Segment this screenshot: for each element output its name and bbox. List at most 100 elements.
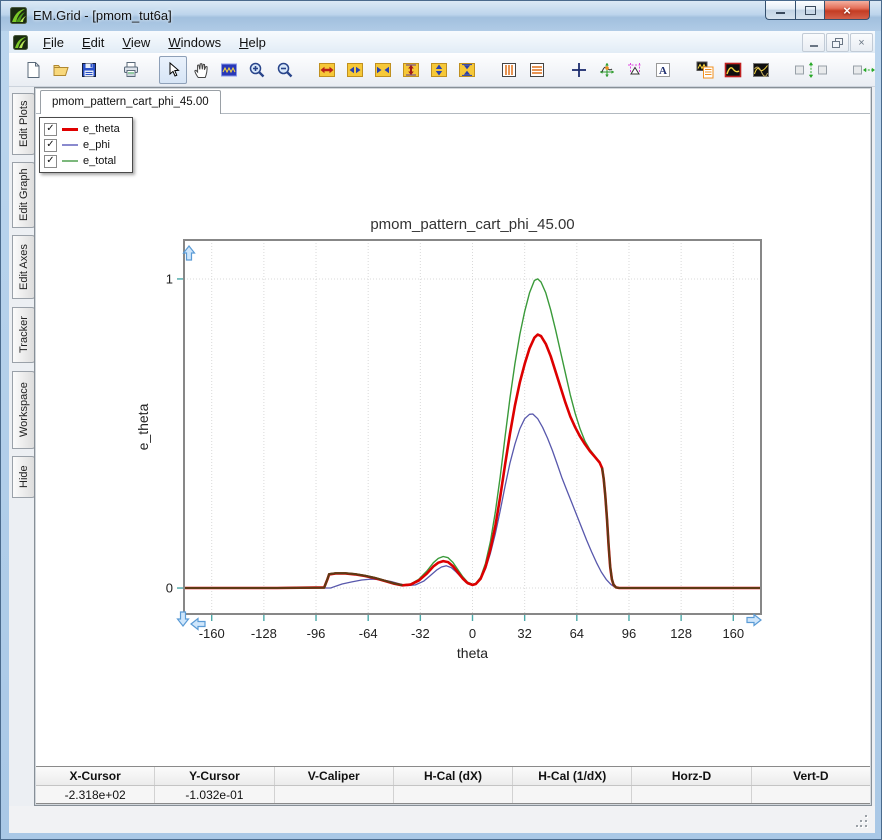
crosshair-icon [572, 62, 586, 77]
resize-grip[interactable] [856, 815, 869, 828]
mdi-close-button[interactable]: × [850, 33, 873, 52]
expand-horizontal-button[interactable] [313, 56, 341, 84]
menu-file[interactable]: File [34, 33, 73, 52]
expand-vertical-icon [403, 62, 419, 77]
pan-handle-right-icon[interactable] [746, 613, 762, 627]
tracker-status-bar: X-Cursor Y-Cursor V-Caliper H-Cal (dX) H… [36, 766, 870, 804]
restore-icon [832, 37, 843, 48]
sidebar-tab-tracker[interactable]: Tracker [12, 307, 36, 363]
x-tick-label: -128 [251, 626, 277, 641]
menu-windows[interactable]: Windows [159, 33, 230, 52]
menu-edit[interactable]: Edit [73, 33, 113, 52]
x-tick-label: -64 [359, 626, 378, 641]
horizontal-gridlines-button[interactable] [523, 56, 551, 84]
status-value-h-cal-1dx [513, 786, 633, 803]
y-axis-label: e_theta [135, 403, 151, 450]
split-vertical-button[interactable] [789, 56, 833, 84]
print-button[interactable] [117, 56, 145, 84]
select-cursor-button[interactable] [159, 55, 187, 84]
zoom-window-button[interactable] [215, 56, 243, 84]
save-button[interactable] [75, 56, 103, 84]
pan-handle-up-icon[interactable] [182, 245, 196, 261]
zoom-in-button[interactable] [243, 56, 271, 84]
legend-label: e_total [83, 155, 117, 167]
mdi-child-window: pmom_pattern_cart_phi_45.00 -160 -128 -96-… [34, 87, 872, 806]
y-tick-label: 1 [166, 271, 173, 286]
pan-hand-button[interactable] [187, 56, 215, 84]
open-file-button[interactable] [47, 56, 75, 84]
title-bar[interactable]: EM.Grid - [pmom_tut6a] × [1, 1, 881, 31]
status-value-x-cursor: -2.318e+02 [36, 786, 156, 803]
legend-label: e_theta [83, 123, 120, 135]
mdi-restore-button[interactable] [826, 33, 849, 52]
zoom-out-icon [277, 62, 293, 77]
chart-legend[interactable]: ✓ e_theta ✓ e_phi ✓ e_total [39, 117, 133, 173]
status-value-v-caliper [275, 786, 394, 803]
x-tick-label: 96 [622, 626, 636, 641]
legend-swatch [62, 127, 78, 131]
svg-text:A: A [659, 65, 667, 77]
menu-view[interactable]: View [113, 33, 159, 52]
legend-label: e_phi [83, 139, 110, 151]
compress-vertical-icon [459, 62, 475, 77]
vertical-gridlines-button[interactable] [495, 56, 523, 84]
select-cursor-icon [169, 61, 180, 77]
minimize-button[interactable] [765, 1, 795, 20]
text-annotation-icon: A [656, 62, 670, 77]
app-window: EM.Grid - [pmom_tut6a] × File Edit View … [0, 0, 882, 840]
arrows-apart-horizontal-icon [347, 62, 363, 77]
sidebar-tab-edit-axes[interactable]: Edit Axes [12, 235, 36, 299]
x-axis-label: theta [457, 645, 488, 661]
sidebar-tab-edit-graph[interactable]: Edit Graph [12, 162, 36, 228]
split-horizontal-button[interactable] [847, 56, 875, 84]
arrows-apart-horizontal-button[interactable] [341, 56, 369, 84]
close-button[interactable]: × [824, 1, 870, 20]
plot-overlay-button[interactable] [747, 56, 775, 84]
legend-checkbox-e-phi[interactable]: ✓ [44, 138, 57, 152]
status-header-horz-d: Horz-D [632, 767, 752, 785]
app-logo-icon [10, 7, 27, 24]
status-value-h-cal-dx [394, 786, 514, 803]
horizontal-gridlines-icon [530, 62, 544, 77]
x-tick-label: 160 [722, 626, 744, 641]
caliper-button[interactable] [621, 56, 649, 84]
plot-frame-icon [724, 62, 742, 77]
status-value-y-cursor: -1.032e-01 [155, 786, 275, 803]
document-tab-bar: pmom_pattern_cart_phi_45.00 [36, 89, 870, 115]
compress-vertical-button[interactable] [453, 56, 481, 84]
x-tick-label: -32 [411, 626, 430, 641]
tracker-button[interactable] [593, 56, 621, 84]
curve-e_total [184, 278, 761, 589]
sidebar-tab-workspace[interactable]: Workspace [12, 371, 36, 449]
save-icon [82, 62, 96, 77]
legend-checkbox-e-total[interactable]: ✓ [44, 154, 57, 168]
arrows-apart-vertical-button[interactable] [425, 56, 453, 84]
expand-vertical-button[interactable] [397, 56, 425, 84]
status-header-y-cursor: Y-Cursor [155, 767, 275, 785]
pan-hand-icon [194, 62, 208, 78]
plot-frame-button[interactable] [719, 56, 747, 84]
crosshair-button[interactable] [565, 56, 593, 84]
zoom-out-button[interactable] [271, 56, 299, 84]
chart-svg[interactable]: -160 -128 -96 -64 -32 0 32 64 96 128 160 0 1 pmom_pat… [36, 114, 870, 766]
legend-item: ✓ e_phi [44, 137, 128, 153]
compress-horizontal-button[interactable] [369, 56, 397, 84]
new-document-button[interactable] [19, 56, 47, 84]
zoom-window-icon [221, 63, 237, 76]
arrows-apart-vertical-icon [431, 62, 447, 77]
mdi-minimize-button[interactable] [802, 33, 825, 52]
curve-overlap-0 [184, 572, 403, 590]
curve-overlap-1 [601, 467, 761, 590]
sidebar-tab-edit-plots[interactable]: Edit Plots [12, 93, 36, 155]
legend-toggle-button[interactable] [691, 56, 719, 84]
window-title: EM.Grid - [pmom_tut6a] [33, 8, 172, 23]
x-tick-label: 32 [517, 626, 531, 641]
text-annotation-button[interactable]: A [649, 56, 677, 84]
legend-swatch [62, 160, 78, 162]
maximize-button[interactable] [795, 1, 824, 20]
vertical-gridlines-icon [502, 62, 516, 77]
sidebar-tab-hide[interactable]: Hide [12, 456, 36, 498]
legend-checkbox-e-theta[interactable]: ✓ [44, 122, 57, 136]
document-tab[interactable]: pmom_pattern_cart_phi_45.00 [40, 90, 221, 115]
menu-help[interactable]: Help [230, 33, 275, 52]
